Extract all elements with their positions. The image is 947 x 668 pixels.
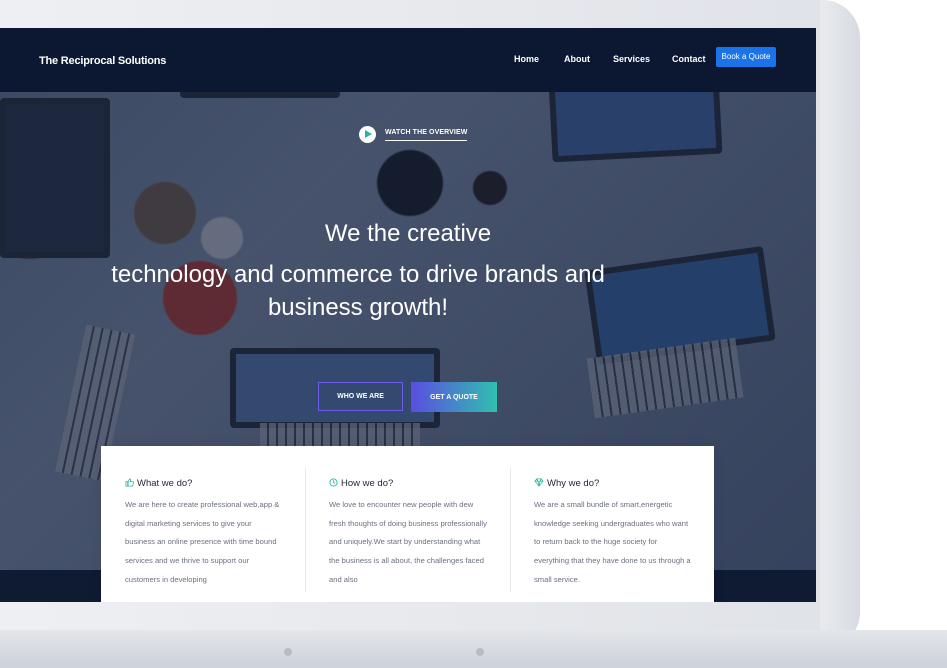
get-quote-button[interactable]: GET A QUOTE <box>411 382 497 412</box>
who-we-are-button[interactable]: WHO WE ARE <box>318 382 403 411</box>
nav-link-about[interactable]: About <box>564 54 590 64</box>
laptop-frame-edge <box>820 0 860 650</box>
feature-title-what: What we do? <box>125 478 192 489</box>
laptop-screen: The Reciprocal Solutions Home About Serv… <box>0 28 816 602</box>
feature-title-how: How we do? <box>329 478 393 489</box>
diamond-icon <box>534 478 544 489</box>
feature-text-what: We are here to create professional web,a… <box>125 500 280 584</box>
brand-logo-text[interactable]: The Reciprocal Solutions <box>39 55 166 67</box>
play-icon[interactable] <box>359 126 376 143</box>
laptop-base <box>0 630 947 668</box>
nav-link-contact[interactable]: Contact <box>672 54 706 64</box>
feature-title-text: How we do? <box>341 478 394 489</box>
watch-overview-label[interactable]: WATCH THE OVERVIEW <box>385 129 468 141</box>
thumbs-up-icon <box>125 478 134 489</box>
features-card: What we do? We are here to create profes… <box>101 446 714 602</box>
feature-title-text: What we do? <box>137 478 193 489</box>
hero-headline-line2: technology and commerce to drive brands … <box>111 261 605 321</box>
feature-title-text: Why we do? <box>547 478 600 489</box>
laptop-foot <box>284 648 292 656</box>
feature-text-how: We love to encounter new people with dew… <box>329 500 487 584</box>
feature-column-how: How we do? We love to encounter new peop… <box>306 446 510 602</box>
feature-column-why: Why we do? We are a small bundle of smar… <box>511 446 714 602</box>
hero-headline-line1: We the creative <box>324 220 492 247</box>
feature-title-why: Why we do? <box>534 478 599 489</box>
feature-column-what: What we do? We are here to create profes… <box>101 446 305 602</box>
book-quote-button[interactable]: Book a Quote <box>716 47 776 67</box>
nav-link-home[interactable]: Home <box>514 54 539 64</box>
laptop-foot <box>476 648 484 656</box>
watch-overview-link[interactable]: WATCH THE OVERVIEW <box>359 126 468 143</box>
feature-text-why: We are a small bundle of smart,energetic… <box>534 500 691 584</box>
clock-icon <box>329 478 338 489</box>
top-navbar: The Reciprocal Solutions Home About Serv… <box>0 28 816 92</box>
nav-link-services[interactable]: Services <box>613 54 650 64</box>
